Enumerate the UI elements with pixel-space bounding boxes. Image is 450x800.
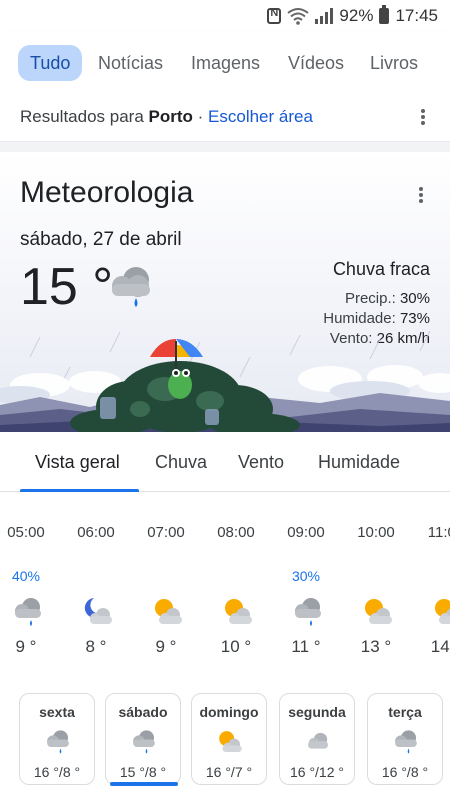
weather-date: sábado, 27 de abril	[20, 229, 182, 250]
hour-temp: 14 °	[430, 637, 450, 656]
clock: 17:45	[395, 6, 438, 25]
tab-imagens[interactable]: Imagens	[191, 45, 260, 81]
hour-temp: 10 °	[220, 637, 252, 656]
rain-cloud-icon	[395, 730, 417, 754]
search-tabs: Tudo Notícias Imagens Vídeos Livros	[0, 32, 450, 92]
day-temps: 15 °/8 °	[119, 764, 167, 780]
results-text: Resultados para Porto · Escolher área	[20, 107, 313, 127]
hour-time: 09:00	[287, 524, 325, 541]
cloud-icon	[308, 732, 328, 749]
humidity-value: 73%	[399, 310, 430, 327]
current-temperature: 15 °	[20, 258, 114, 316]
hour-time: 08:00	[217, 524, 255, 541]
sun-cloud-icon	[365, 599, 392, 624]
tab-tudo[interactable]: Tudo	[18, 45, 83, 81]
status-bar: 92% 17:45	[0, 0, 450, 32]
day-temps: 16 °/12 °	[289, 764, 344, 780]
day-card-sexta[interactable]: sexta 16 °/8 °	[19, 693, 95, 785]
results-separator: ·	[192, 107, 209, 126]
day-card-domingo[interactable]: domingo 16 °/7 °	[191, 693, 267, 785]
battery-icon	[379, 5, 390, 24]
day-card-sabado[interactable]: sábado 15 °/8 °	[105, 693, 181, 786]
sun-cloud-icon	[155, 599, 182, 624]
hour-temp: 11 °	[291, 637, 321, 656]
sun-cloud-icon	[225, 599, 252, 624]
tab-noticias[interactable]: Notícias	[98, 45, 163, 81]
day-temps: 16 °/7 °	[205, 764, 253, 780]
tab-livros[interactable]: Livros	[370, 45, 418, 81]
weather-subtabs: Vista geral Chuva Vento Humidade	[0, 432, 450, 492]
hour-temp: 13 °	[360, 637, 392, 656]
tab-vento[interactable]: Vento	[238, 452, 284, 473]
hour-time: 05:00	[7, 524, 45, 541]
weather-condition: Chuva fraca	[332, 259, 430, 279]
hour-precip: 40%	[11, 568, 41, 584]
sun-cloud-icon	[219, 731, 242, 752]
precip-value: 30%	[399, 290, 430, 307]
tab-vista-geral[interactable]: Vista geral	[35, 452, 120, 473]
hour-temp: 9 °	[15, 637, 37, 656]
weather-more-icon[interactable]	[411, 185, 431, 205]
day-card-segunda[interactable]: segunda 16 °/12 °	[279, 693, 355, 785]
results-location-row: Resultados para Porto · Escolher área	[0, 92, 450, 142]
weather-illustration	[0, 330, 450, 432]
hour-time: 10:00	[357, 524, 395, 541]
day-temps: 16 °/8 °	[33, 764, 81, 780]
results-location: Porto	[148, 107, 193, 126]
hour-time: 11:00	[427, 524, 450, 541]
hour-temp: 8 °	[85, 637, 107, 656]
rain-cloud-icon	[133, 730, 155, 754]
rain-cloud-icon	[295, 598, 321, 626]
signal-icon	[315, 8, 334, 24]
choose-area-link[interactable]: Escolher área	[208, 107, 313, 126]
day-card-terca[interactable]: terça 16 °/8 °	[367, 693, 443, 785]
day-name: terça	[388, 704, 422, 720]
selected-day-indicator	[110, 782, 178, 786]
tab-videos[interactable]: Vídeos	[288, 45, 344, 81]
results-prefix: Resultados para	[20, 107, 149, 126]
weather-hero: Meteorologia sábado, 27 de abril 15 ° Ch…	[0, 152, 450, 432]
humidity-stat: Humidade: 73%	[323, 310, 430, 327]
hour-time: 07:00	[147, 524, 185, 541]
day-name: sexta	[39, 704, 75, 720]
moon-cloud-icon	[84, 598, 112, 624]
nfc-icon	[267, 7, 282, 24]
rain-cloud-icon	[15, 598, 41, 626]
day-name: sábado	[118, 704, 168, 720]
section-divider	[0, 142, 450, 152]
active-subtab-indicator	[20, 489, 139, 492]
rain-cloud-icon	[47, 730, 69, 754]
day-temps: 16 °/8 °	[381, 764, 429, 780]
precipitation-stat: Precip.: 30%	[345, 290, 430, 307]
tab-humidade[interactable]: Humidade	[318, 452, 400, 473]
hour-time: 06:00	[77, 524, 115, 541]
results-more-icon[interactable]	[413, 107, 433, 127]
humidity-label: Humidade:	[323, 310, 400, 327]
weather-card: Meteorologia sábado, 27 de abril 15 ° Ch…	[0, 152, 450, 800]
rain-cloud-icon	[112, 267, 150, 307]
weather-title: Meteorologia	[20, 176, 194, 209]
hour-temp: 9 °	[155, 637, 177, 656]
status-bar-right: 92% 17:45	[267, 5, 438, 26]
tab-chuva[interactable]: Chuva	[155, 452, 207, 473]
day-name: domingo	[199, 704, 259, 720]
hour-precip: 30%	[291, 568, 321, 584]
battery-percentage: 92%	[339, 6, 374, 25]
precip-label: Precip.:	[344, 290, 400, 307]
wifi-icon	[287, 8, 310, 25]
day-name: segunda	[288, 704, 346, 720]
sun-cloud-icon	[435, 599, 450, 624]
